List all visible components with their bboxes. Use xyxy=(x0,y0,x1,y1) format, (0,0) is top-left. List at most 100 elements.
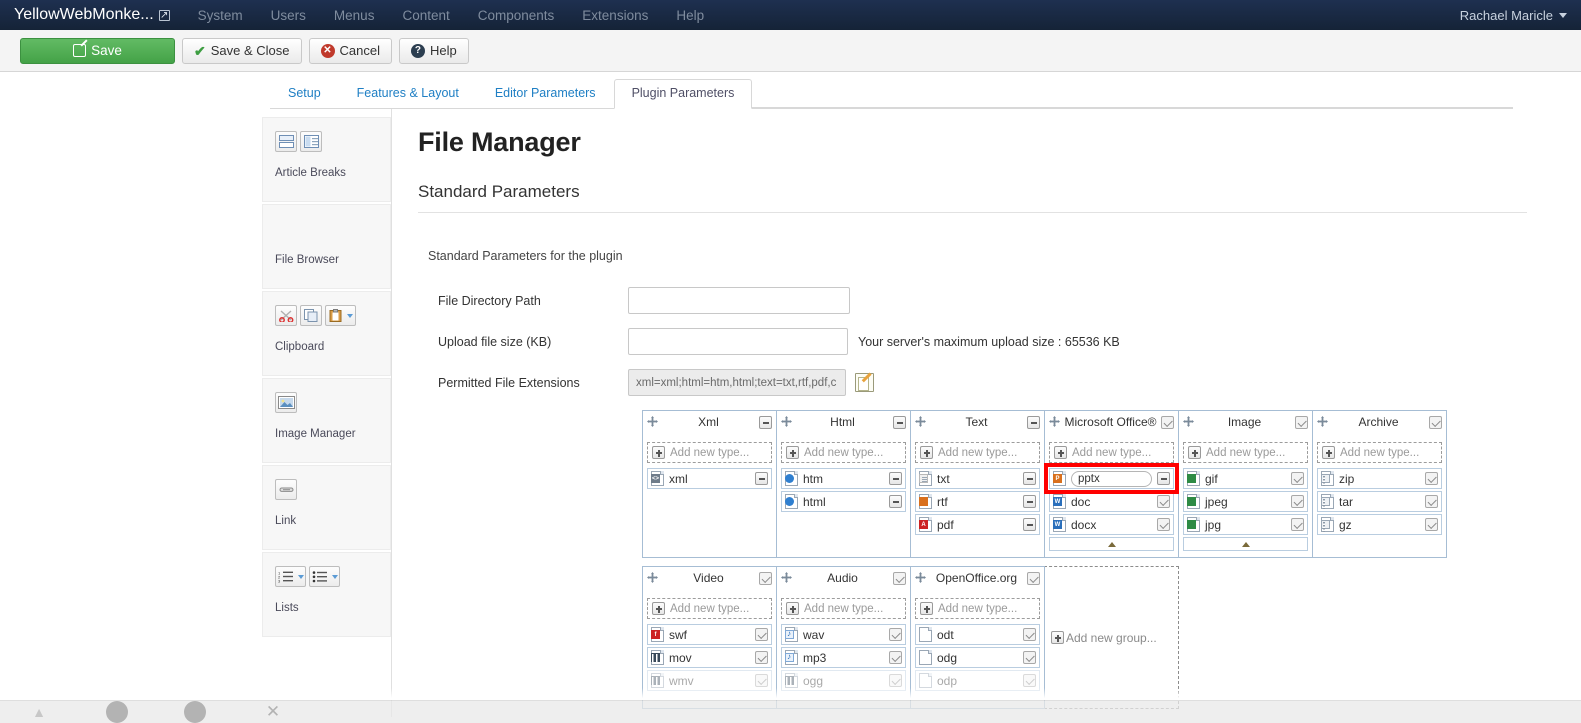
tab-features-layout[interactable]: Features & Layout xyxy=(339,79,477,108)
file-type-row[interactable]: wmv xyxy=(647,670,772,691)
move-handle-icon[interactable] xyxy=(1317,416,1328,427)
save-and-close-button[interactable]: ✔ Save & Close xyxy=(182,37,302,64)
file-directory-path-input[interactable] xyxy=(628,287,850,314)
sidebar-item-link[interactable]: Link xyxy=(262,465,391,550)
remove-button-type[interactable] xyxy=(889,495,902,508)
checkbox-type[interactable] xyxy=(1291,495,1304,508)
remove-button-group[interactable] xyxy=(893,416,906,429)
move-handle-icon[interactable] xyxy=(915,416,926,427)
nav-item-menus[interactable]: Menus xyxy=(320,8,389,23)
file-type-row[interactable]: Apdf xyxy=(915,514,1040,535)
page-break-icon[interactable] xyxy=(275,131,297,152)
move-handle-icon[interactable] xyxy=(781,416,792,427)
paste-icon[interactable] xyxy=(325,305,356,326)
checkbox-group[interactable] xyxy=(1027,572,1040,585)
file-type-row[interactable]: jpg xyxy=(1183,514,1308,535)
unordered-list-icon[interactable] xyxy=(309,566,340,587)
remove-button-type[interactable] xyxy=(1023,495,1036,508)
taskbar-item-2[interactable] xyxy=(78,701,156,723)
remove-button-group[interactable] xyxy=(759,416,772,429)
sidebar-item-image-manager[interactable]: Image Manager xyxy=(262,378,391,463)
file-type-row[interactable]: jpeg xyxy=(1183,491,1308,512)
move-handle-icon[interactable] xyxy=(781,572,792,583)
checkbox-type[interactable] xyxy=(1023,628,1036,641)
move-handle-icon[interactable] xyxy=(647,572,658,583)
checkbox-type[interactable] xyxy=(1157,518,1170,531)
add-new-type-button[interactable]: Add new type... xyxy=(915,598,1040,619)
file-type-row[interactable]: tar xyxy=(1317,491,1442,512)
file-type-row[interactable]: <> xml xyxy=(647,468,772,489)
checkbox-type[interactable] xyxy=(889,628,902,641)
cancel-button[interactable]: ✕ Cancel xyxy=(308,37,392,64)
file-type-row[interactable]: rtf xyxy=(915,491,1040,512)
checkbox-type[interactable] xyxy=(755,651,768,664)
nav-item-users[interactable]: Users xyxy=(257,8,320,23)
checkbox-type[interactable] xyxy=(755,674,768,687)
move-handle-icon[interactable] xyxy=(915,572,926,583)
nav-item-system[interactable]: System xyxy=(184,8,257,23)
taskbar-item-1[interactable]: ▲ xyxy=(0,701,78,723)
taskbar-item-4[interactable]: ✕ xyxy=(234,701,312,723)
remove-button-type[interactable] xyxy=(1157,472,1170,485)
remove-button-type[interactable] xyxy=(889,472,902,485)
checkbox-group[interactable] xyxy=(759,572,772,585)
checkbox-group[interactable] xyxy=(893,572,906,585)
file-type-row[interactable]: gz xyxy=(1317,514,1442,535)
add-new-type-button[interactable]: Add new type... xyxy=(1049,442,1174,463)
checkbox-group[interactable] xyxy=(1161,416,1174,429)
checkbox-type[interactable] xyxy=(1291,518,1304,531)
add-new-type-button[interactable]: Add new type... xyxy=(647,598,772,619)
add-new-type-button[interactable]: Add new type... xyxy=(647,442,772,463)
help-button[interactable]: ? Help xyxy=(398,37,469,64)
permitted-file-extensions-input[interactable] xyxy=(628,369,846,396)
scroll-up-button[interactable] xyxy=(1183,537,1308,551)
link-icon[interactable] xyxy=(275,479,297,500)
brand[interactable]: YellowWebMonke... ↗ xyxy=(14,6,170,24)
file-type-row[interactable]: Wdoc xyxy=(1049,491,1174,512)
ordered-list-icon[interactable]: 123 xyxy=(275,566,306,587)
file-type-row[interactable]: Wdocx xyxy=(1049,514,1174,535)
sidebar-item-lists[interactable]: 1 2 3 Lists xyxy=(262,552,391,637)
move-handle-icon[interactable] xyxy=(1183,416,1194,427)
sidebar-item-clipboard[interactable]: Clipboard xyxy=(262,291,391,376)
file-type-row[interactable]: wav xyxy=(781,624,906,645)
add-new-type-button[interactable]: Add new type... xyxy=(1317,442,1442,463)
remove-button-type[interactable] xyxy=(1023,472,1036,485)
page-sidebar-icon[interactable] xyxy=(300,131,322,152)
tab-plugin-parameters[interactable]: Plugin Parameters xyxy=(613,79,753,109)
file-type-name-input[interactable] xyxy=(1071,470,1152,487)
file-type-row[interactable]: html xyxy=(781,491,906,512)
remove-button-type[interactable] xyxy=(1023,518,1036,531)
scroll-up-button[interactable] xyxy=(1049,537,1174,551)
file-type-row[interactable]: ogg xyxy=(781,670,906,691)
sidebar-item-article-breaks[interactable]: Article Breaks xyxy=(262,117,391,202)
nav-item-extensions[interactable]: Extensions xyxy=(568,8,662,23)
file-type-row[interactable]: mov xyxy=(647,647,772,668)
file-type-row[interactable]: f swf xyxy=(647,624,772,645)
file-type-row[interactable]: txt xyxy=(915,468,1040,489)
nav-item-components[interactable]: Components xyxy=(464,8,569,23)
tab-editor-parameters[interactable]: Editor Parameters xyxy=(477,79,614,108)
checkbox-type[interactable] xyxy=(1425,518,1438,531)
add-new-type-button[interactable]: Add new type... xyxy=(781,442,906,463)
move-handle-icon[interactable] xyxy=(1049,416,1060,427)
remove-button-group[interactable] xyxy=(1027,416,1040,429)
add-new-type-button[interactable]: Add new type... xyxy=(915,442,1040,463)
file-type-row[interactable]: mp3 xyxy=(781,647,906,668)
file-type-row[interactable]: P xyxy=(1049,468,1174,489)
checkbox-type[interactable] xyxy=(1425,472,1438,485)
add-new-type-button[interactable]: Add new type... xyxy=(1183,442,1308,463)
image-icon[interactable] xyxy=(275,392,297,413)
file-type-row[interactable]: odg xyxy=(915,647,1040,668)
file-type-row[interactable]: odp xyxy=(915,670,1040,691)
tab-setup[interactable]: Setup xyxy=(270,79,339,108)
remove-button-type[interactable] xyxy=(755,472,768,485)
checkbox-type[interactable] xyxy=(1157,495,1170,508)
add-new-group-button[interactable]: Add new group... xyxy=(1044,566,1179,709)
file-type-row[interactable]: odt xyxy=(915,624,1040,645)
upload-file-size-kb-input[interactable] xyxy=(628,328,848,355)
checkbox-type[interactable] xyxy=(1023,674,1036,687)
save-button[interactable]: Save xyxy=(20,37,175,64)
checkbox-type[interactable] xyxy=(889,674,902,687)
copy-icon[interactable] xyxy=(300,305,322,326)
